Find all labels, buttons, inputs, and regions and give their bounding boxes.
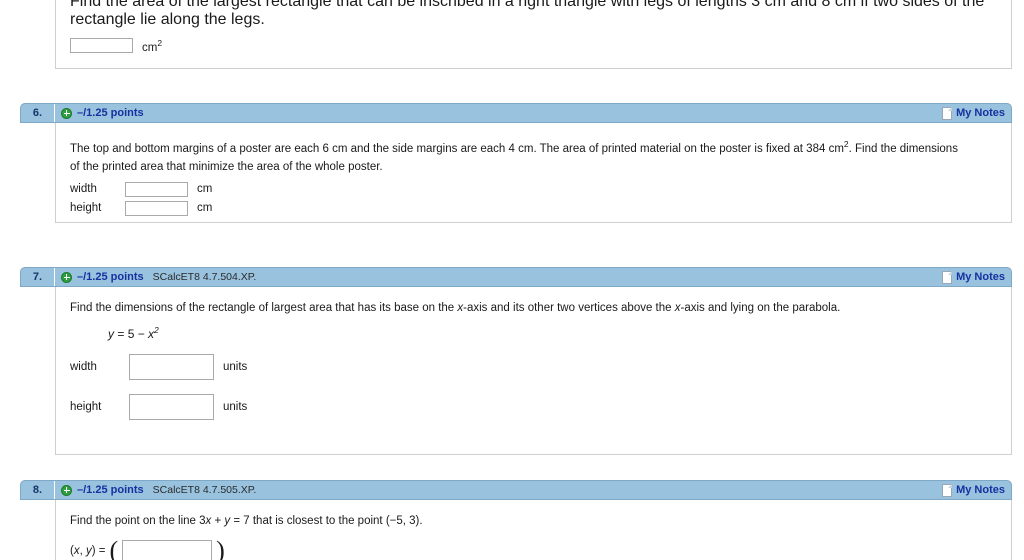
unit-label-height: units bbox=[223, 401, 248, 413]
question-prompt: The top and bottom margins of a poster a… bbox=[70, 139, 958, 155]
expand-plus-icon[interactable] bbox=[61, 107, 72, 119]
note-page-icon[interactable] bbox=[942, 270, 953, 284]
question-block-8: 8. –/1.25 points SCalcET8 4.7.505.XP. My… bbox=[20, 480, 1012, 560]
unit-exponent: 2 bbox=[157, 38, 163, 48]
answer-label-width: width bbox=[70, 361, 97, 373]
question-block-6: 6. –/1.25 points My Notes The top and bo… bbox=[20, 103, 1012, 223]
question-prompt-line2: of the printed area that minimize the ar… bbox=[70, 160, 383, 173]
question-header-8: 8. –/1.25 points SCalcET8 4.7.505.XP. My… bbox=[20, 480, 1012, 500]
points-label: –/1.25 points bbox=[77, 271, 144, 283]
question-prompt: Find the dimensions of the rectangle of … bbox=[70, 302, 841, 314]
question-code: SCalcET8 4.7.505.XP. bbox=[152, 484, 257, 496]
coordinate-label: (x, y) = bbox=[70, 545, 106, 557]
answer-label-width: width bbox=[70, 183, 97, 196]
equation-exponent: 2 bbox=[154, 325, 159, 335]
question-card-partial: Find the area of the largest rectangle t… bbox=[55, 0, 1012, 69]
assignment-page: Find the area of the largest rectangle t… bbox=[0, 0, 1024, 560]
question-body-8: Find the point on the line 3x + y = 7 th… bbox=[55, 500, 1012, 560]
question-number: 7. bbox=[21, 268, 55, 286]
question-body-6: The top and bottom margins of a poster a… bbox=[55, 123, 1012, 223]
paren-close: ) bbox=[216, 536, 225, 560]
expand-plus-icon[interactable] bbox=[61, 484, 72, 496]
note-page-icon[interactable] bbox=[942, 483, 953, 497]
question-body-7: Find the dimensions of the rectangle of … bbox=[55, 287, 1012, 455]
question-number: 8. bbox=[21, 481, 55, 499]
question-prompt: Find the point on the line 3x + y = 7 th… bbox=[70, 515, 423, 527]
answer-input-area[interactable] bbox=[70, 38, 133, 54]
my-notes-button[interactable]: My Notes bbox=[956, 271, 1005, 283]
question-header-6: 6. –/1.25 points My Notes bbox=[20, 103, 1012, 123]
my-notes-button[interactable]: My Notes bbox=[956, 107, 1005, 119]
answer-input-point[interactable] bbox=[122, 540, 213, 560]
unit-label-width: cm bbox=[197, 183, 213, 196]
points-label: –/1.25 points bbox=[77, 484, 144, 496]
answer-input-height[interactable] bbox=[125, 200, 188, 216]
my-notes-button[interactable]: My Notes bbox=[956, 484, 1005, 496]
answer-label-height: height bbox=[70, 202, 102, 215]
paren-open: ( bbox=[109, 536, 119, 560]
unit-label-width: units bbox=[223, 361, 248, 373]
expand-plus-icon[interactable] bbox=[61, 271, 72, 283]
unit-label-height: cm bbox=[197, 202, 213, 215]
unit-label: cm2 bbox=[142, 38, 163, 54]
answer-label-height: height bbox=[70, 401, 102, 413]
answer-input-height[interactable] bbox=[129, 394, 214, 420]
equation-parabola: y = 5 − x2 bbox=[108, 325, 159, 341]
question-number: 6. bbox=[21, 104, 55, 122]
points-label: –/1.25 points bbox=[77, 107, 144, 119]
question-header-7: 7. –/1.25 points SCalcET8 4.7.504.XP. My… bbox=[20, 267, 1012, 287]
answer-input-width[interactable] bbox=[125, 181, 188, 197]
question-block-7: 7. –/1.25 points SCalcET8 4.7.504.XP. My… bbox=[20, 267, 1012, 455]
question-code: SCalcET8 4.7.504.XP. bbox=[152, 271, 257, 283]
answer-input-width[interactable] bbox=[129, 354, 214, 380]
note-page-icon[interactable] bbox=[942, 106, 953, 120]
question-prompt: Find the area of the largest rectangle t… bbox=[70, 0, 985, 28]
